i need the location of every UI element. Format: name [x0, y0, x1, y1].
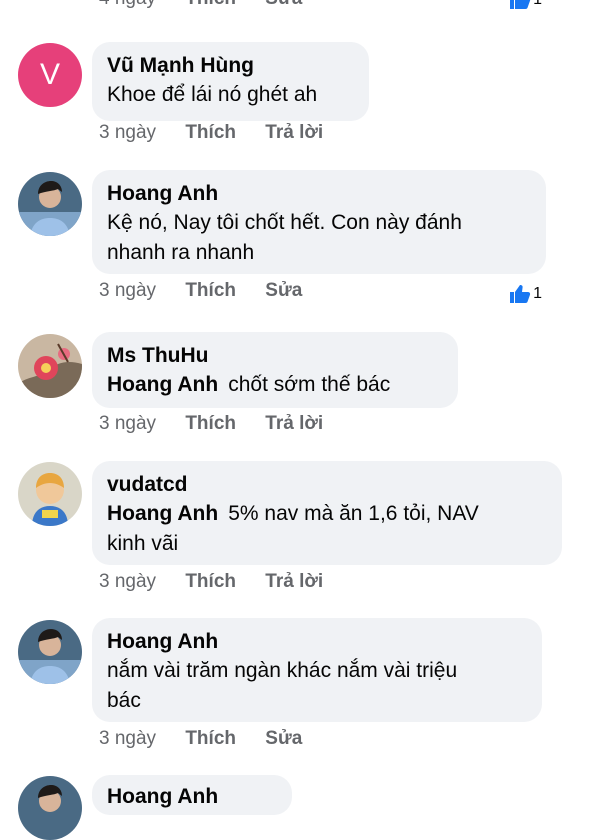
like-button[interactable]: Thích — [185, 122, 236, 144]
comment-text-body: chốt sớm thế bác — [228, 373, 391, 396]
edit-button[interactable]: Sửa — [265, 0, 302, 10]
reply-button[interactable]: Trả lời — [265, 122, 323, 144]
comment-bubble[interactable]: vudatcd Hoang Anh 5% nav mà ăn 1,6 tỏi, N… — [92, 461, 562, 565]
avatar-photo-icon — [18, 462, 82, 526]
avatar-letter: V — [39, 58, 60, 91]
reaction-count: 1 — [533, 0, 542, 9]
comment-time: 3 ngày — [99, 122, 157, 143]
comment-bubble[interactable]: Vũ Mạnh Hùng Khoe để lái nó ghét ah — [92, 42, 369, 121]
comment-time: 3 ngày — [99, 728, 157, 749]
comment-author[interactable]: Vũ Mạnh Hùng — [107, 52, 353, 80]
avatar-photo-icon — [18, 172, 82, 236]
comment-text-line: nhanh ra nhanh — [107, 241, 255, 264]
reaction-badge[interactable]: 1 — [509, 0, 542, 10]
thumbs-up-icon — [510, 0, 531, 9]
comment-bubble[interactable]: Hoang Anh Kệ nó, Nay tôi chốt hết. Con n… — [92, 170, 546, 274]
comment-text-line: kinh vãi — [107, 532, 179, 555]
avatar-photo-icon — [18, 334, 82, 398]
avatar[interactable] — [18, 172, 82, 236]
comment-time: 4 ngày — [99, 0, 156, 10]
mention-tag[interactable]: Hoang Anh — [107, 373, 218, 396]
comment-actions: 3 ngày Thích Trả lời — [99, 571, 347, 593]
like-button[interactable]: Thích — [185, 280, 236, 302]
avatar[interactable] — [18, 620, 82, 684]
comment-text-body: 5% nav mà ăn 1,6 tỏi, NAV — [228, 502, 479, 525]
comment-time: 3 ngày — [99, 413, 157, 434]
comment-text-line: nắm vài trăm ngàn khác nắm vài triệu — [107, 659, 458, 682]
comment-bubble[interactable]: Ms ThuHu Hoang Anh chốt sớm thế bác — [92, 332, 458, 408]
comment-actions: 3 ngày Thích Trả lời — [99, 413, 347, 435]
comment-time: 3 ngày — [99, 571, 157, 592]
comment-actions: 3 ngày Thích Sửa — [99, 728, 326, 750]
comment-time: 3 ngày — [99, 280, 157, 301]
comment-bubble[interactable]: Hoang Anh — [92, 775, 292, 815]
comment-text: Hoang Anh 5% nav mà ăn 1,6 tỏi, NAV — [107, 499, 546, 529]
comment-bubble[interactable]: Hoang Anh nắm vài trăm ngàn khác nắm vài… — [92, 618, 542, 722]
avatar[interactable] — [18, 462, 82, 526]
comment-text: Khoe để lái nó ghét ah — [107, 83, 318, 106]
like-button[interactable]: Thích — [185, 0, 236, 10]
like-button[interactable]: Thích — [185, 413, 236, 435]
comment-author[interactable]: Ms ThuHu — [107, 342, 442, 370]
comment-actions: 3 ngày Thích Trả lời — [99, 122, 347, 144]
thumbs-up-icon — [510, 285, 531, 303]
comment-author[interactable]: Hoang Anh — [107, 783, 276, 811]
reply-button[interactable]: Trả lời — [265, 413, 323, 435]
avatar[interactable] — [18, 334, 82, 398]
comment-author[interactable]: vudatcd — [107, 471, 546, 499]
comment-actions: 3 ngày Thích Sửa — [99, 280, 326, 302]
reaction-badge[interactable]: 1 — [509, 284, 542, 304]
edit-button[interactable]: Sửa — [265, 280, 302, 302]
reaction-count: 1 — [533, 285, 542, 302]
comment-text-line: Kệ nó, Nay tôi chốt hết. Con này đánh — [107, 211, 462, 234]
edit-button[interactable]: Sửa — [265, 728, 302, 750]
comment-text-line: bác — [107, 689, 141, 712]
reply-button[interactable]: Trả lời — [265, 571, 323, 593]
like-button[interactable]: Thích — [185, 728, 236, 750]
comment-text: Hoang Anh chốt sớm thế bác — [107, 370, 442, 400]
comment-actions-partial: 4 ngày Thích Sửa — [99, 0, 326, 10]
comment-author[interactable]: Hoang Anh — [107, 180, 530, 208]
avatar[interactable] — [18, 776, 82, 840]
mention-tag[interactable]: Hoang Anh — [107, 502, 218, 525]
avatar-photo-icon — [18, 620, 82, 684]
comment-author[interactable]: Hoang Anh — [107, 628, 526, 656]
like-button[interactable]: Thích — [185, 571, 236, 593]
avatar-photo-icon — [18, 776, 82, 840]
avatar[interactable]: V — [18, 43, 82, 107]
